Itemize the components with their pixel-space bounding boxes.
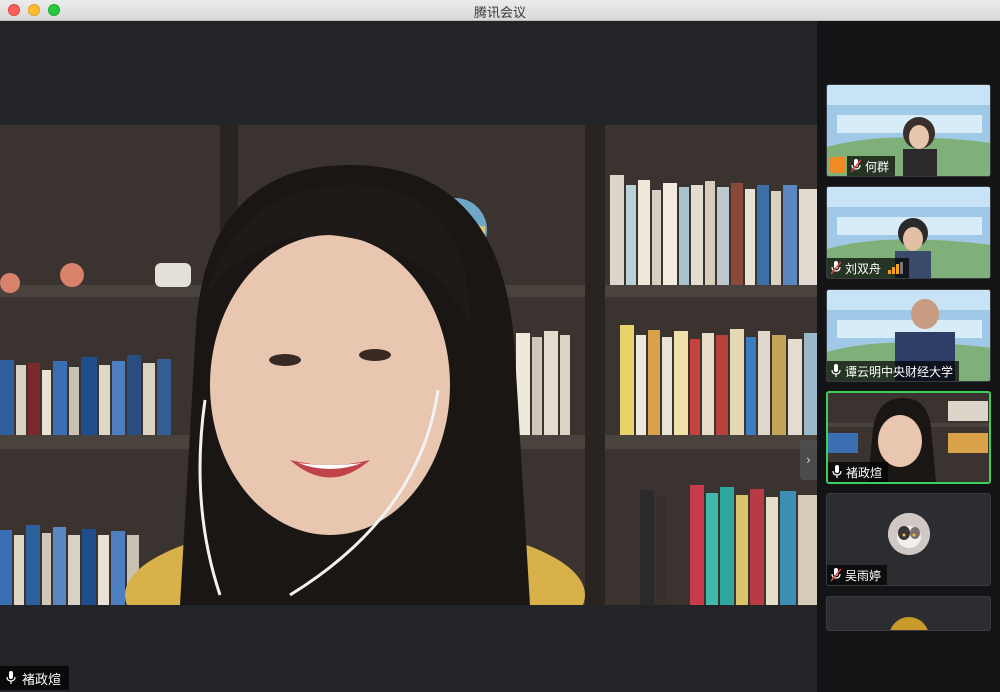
participant-label: 谭云明中央财经大学 [827,361,960,381]
participant-name: 何群 [865,159,890,174]
participant-tile[interactable]: 吴雨婷 [826,493,991,586]
participant-label: 何群 [847,156,896,176]
participant-name: 谭云明中央财经大学 [845,364,954,379]
participant-gallery[interactable]: 何群 刘双舟 谭云明中央财经大学 褚政煊 吴雨婷 [817,21,1000,692]
participant-tile[interactable]: 何群 [826,84,991,177]
main-video[interactable]: › [0,125,817,605]
participant-name: 褚政煊 [846,465,883,480]
expand-sidebar-chevron-icon[interactable]: › [800,440,817,480]
participant-tile[interactable] [826,596,991,631]
muted-microphone-icon [831,568,841,582]
muted-microphone-icon [831,261,841,275]
participant-name: 吴雨婷 [845,568,882,583]
window-title: 腾讯会议 [473,6,526,21]
person-icon [830,157,846,173]
participant-tile-active[interactable]: 褚政煊 [826,391,991,484]
title-bar[interactable]: 腾讯会议 [0,0,1000,21]
main-stage: › 褚政煊 [0,21,817,692]
muted-microphone-icon [851,159,861,173]
avatar [889,617,929,630]
participant-tile[interactable]: 谭云明中央财经大学 [826,289,991,382]
meeting-window: 腾讯会议 › 褚政煊 何群 刘双舟 谭云明中央财经大学 褚政煊 吴雨婷 [0,0,1000,692]
avatar [888,513,930,555]
microphone-icon [832,465,842,478]
main-speaker-name: 褚政煊 [22,672,62,688]
participant-tile[interactable]: 刘双舟 [826,186,991,279]
participant-label: 刘双舟 [827,258,910,278]
main-speaker-name-tag: 褚政煊 [0,666,70,690]
participant-label: 吴雨婷 [827,565,888,585]
microphone-icon [6,671,16,684]
speaker-video-frame [0,125,817,605]
participant-name: 刘双舟 [845,261,882,276]
participant-label: 褚政煊 [828,462,889,482]
speaking-indicator-icon [888,262,904,274]
microphone-icon [831,364,841,377]
